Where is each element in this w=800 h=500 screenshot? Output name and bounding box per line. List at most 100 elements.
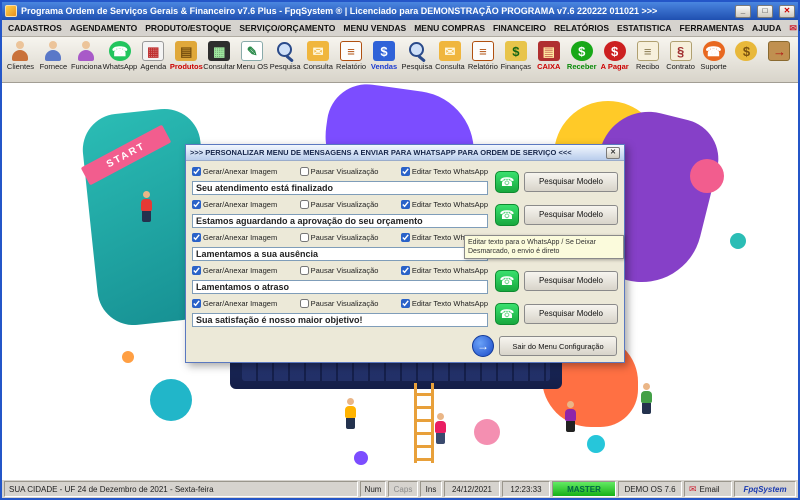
exit-arrow-icon[interactable]: → (472, 335, 494, 357)
search-model-button[interactable]: Pesquisar Modelo (524, 304, 618, 324)
edit-whatsapp-text-checkbox-input[interactable] (401, 299, 410, 308)
whatsapp-icon[interactable]: ☎ (495, 303, 519, 325)
menu-item-agendamento[interactable]: AGENDAMENTO (66, 22, 141, 34)
toolbar-button-clientes[interactable]: Clientes (4, 39, 37, 81)
edit-whatsapp-text-checkbox[interactable]: Editar Texto WhatsApp (401, 266, 488, 275)
edit-whatsapp-text-checkbox-label: Editar Texto WhatsApp (412, 200, 488, 209)
pause-preview-checkbox-label: Pausar Visualização (311, 266, 379, 275)
toolbar-button-funciona[interactable]: Funciona (70, 39, 103, 81)
menu-item-ferramentas[interactable]: FERRAMENTAS (676, 22, 749, 34)
maximize-button[interactable]: □ (757, 5, 773, 18)
generate-image-checkbox-input[interactable] (192, 167, 201, 176)
pause-preview-checkbox[interactable]: Pausar Visualização (300, 266, 379, 275)
edit-whatsapp-text-checkbox[interactable]: Editar Texto WhatsApp (401, 167, 488, 176)
search-model-button[interactable]: Pesquisar Modelo (524, 205, 618, 225)
menu-item-menu-vendas[interactable]: MENU VENDAS (339, 22, 410, 34)
toolbar-button-pesquisa[interactable]: Pesquisa (269, 39, 302, 81)
message-input[interactable] (192, 280, 488, 294)
toolbar-button-label: Relatório (468, 62, 498, 71)
toolbar-button-label: Funciona (71, 62, 102, 71)
title-bar: Programa Ordem de Serviços Gerais & Fina… (2, 2, 798, 20)
generate-image-checkbox[interactable]: Gerar/Anexar Imagem (192, 167, 277, 176)
menu-item-financeiro[interactable]: FINANCEIRO (489, 22, 550, 34)
pause-preview-checkbox-input[interactable] (300, 299, 309, 308)
toolbar-button-consulta[interactable]: ✉Consulta (302, 39, 335, 81)
edit-whatsapp-text-checkbox-input[interactable] (401, 233, 410, 242)
toolbar-button-consulta[interactable]: ✉Consulta (433, 39, 466, 81)
menu-item-menu-compras[interactable]: MENU COMPRAS (410, 22, 489, 34)
generate-image-checkbox[interactable]: Gerar/Anexar Imagem (192, 233, 277, 242)
toolbar-button-label: Suporte (700, 62, 726, 71)
menu-item-relatorios[interactable]: RELATÓRIOS (550, 22, 613, 34)
pause-preview-checkbox[interactable]: Pausar Visualização (300, 167, 379, 176)
menu-item-cadastros[interactable]: CADASTROS (4, 22, 66, 34)
toolbar-button-a-pagar[interactable]: $A Pagar (598, 39, 631, 81)
message-input[interactable] (192, 313, 488, 327)
toolbar-button-suporte[interactable]: ☎Suporte (697, 39, 730, 81)
generate-image-checkbox-input[interactable] (192, 266, 201, 275)
toolbar-button-fornece[interactable]: Fornece (37, 39, 70, 81)
toolbar-button-recibo[interactable]: ≡Recibo (631, 39, 664, 81)
generate-image-checkbox-input[interactable] (192, 299, 201, 308)
edit-whatsapp-text-checkbox-input[interactable] (401, 266, 410, 275)
checkbox-line: Gerar/Anexar Imagem Pausar Visualização Ed… (192, 264, 488, 277)
toolbar-button-financas[interactable]: $Finanças (499, 39, 532, 81)
menu-item-ajuda[interactable]: AJUDA (748, 22, 785, 34)
minimize-button[interactable]: _ (735, 5, 751, 18)
status-email[interactable]: ✉ Email (684, 481, 732, 497)
exit-config-menu-button[interactable]: Sair do Menu Configuração (499, 336, 617, 356)
toolbar-button-label: Consulta (303, 62, 333, 71)
pause-preview-checkbox-input[interactable] (300, 200, 309, 209)
toolbar-button-exit-icon[interactable]: → (763, 39, 796, 81)
dialog-title-bar[interactable]: >>> PERSONALIZAR MENU DE MENSAGENS A ENV… (186, 145, 624, 161)
toolbar-button-relatorio[interactable]: ≡Relatório (466, 39, 499, 81)
generate-image-checkbox-input[interactable] (192, 200, 201, 209)
message-input[interactable] (192, 181, 488, 195)
toolbar-button-relatorio[interactable]: ≡Relatório (335, 39, 368, 81)
edit-whatsapp-text-checkbox-input[interactable] (401, 167, 410, 176)
whatsapp-icon[interactable]: ☎ (495, 204, 519, 226)
whatsapp-icon[interactable]: ☎ (495, 171, 519, 193)
whatsapp-icon[interactable]: ☎ (495, 270, 519, 292)
menu-item-estatistica[interactable]: ESTATISTICA (613, 22, 675, 34)
generate-image-checkbox-input[interactable] (192, 233, 201, 242)
generate-image-checkbox[interactable]: Gerar/Anexar Imagem (192, 200, 277, 209)
generate-image-checkbox[interactable]: Gerar/Anexar Imagem (192, 266, 277, 275)
edit-whatsapp-text-checkbox[interactable]: Editar Texto WhatsApp (401, 200, 488, 209)
menu-item-servico-orcamento[interactable]: SERVIÇO/ORÇAMENTO (235, 22, 339, 34)
toolbar-button-caixa[interactable]: ▤CAIXA (532, 39, 565, 81)
pause-preview-checkbox-input[interactable] (300, 266, 309, 275)
message-input[interactable] (192, 247, 488, 261)
edit-whatsapp-text-checkbox[interactable]: Editar Texto WhatsApp (401, 299, 488, 308)
message-row: Gerar/Anexar Imagem Pausar Visualização Ed… (192, 198, 618, 231)
toolbar-button-vendas[interactable]: $Vendas (368, 39, 401, 81)
toolbar-button-consultar[interactable]: ▦Consultar (203, 39, 236, 81)
toolbar-button-pesquisa[interactable]: Pesquisa (400, 39, 433, 81)
toolbar-button-coins-icon[interactable]: $ (730, 39, 763, 81)
pause-preview-checkbox[interactable]: Pausar Visualização (300, 299, 379, 308)
illustration-person (562, 401, 578, 432)
search-model-button[interactable]: Pesquisar Modelo (524, 271, 618, 291)
pause-preview-checkbox-input[interactable] (300, 167, 309, 176)
menu-item-email[interactable]: ✉ E-MAIL (785, 23, 800, 34)
search-model-button[interactable]: Pesquisar Modelo (524, 172, 618, 192)
pause-preview-checkbox[interactable]: Pausar Visualização (300, 233, 379, 242)
pause-preview-checkbox[interactable]: Pausar Visualização (300, 200, 379, 209)
toolbar-button-contrato[interactable]: §Contrato (664, 39, 697, 81)
toolbar-button-receber[interactable]: $Receber (565, 39, 598, 81)
toolbar-button-menu-os[interactable]: ✎Menu OS (236, 39, 269, 81)
finance-icon: $ (505, 41, 527, 61)
menu-item-produto-estoque[interactable]: PRODUTO/ESTOQUE (141, 22, 235, 34)
toolbar-button-produtos[interactable]: ▤Produtos (170, 39, 203, 81)
message-row-actions: ☎Pesquisar Modelo (495, 165, 618, 198)
illustration-cyan-dot (587, 435, 605, 453)
generate-image-checkbox[interactable]: Gerar/Anexar Imagem (192, 299, 277, 308)
toolbar-button-whatsapp[interactable]: ☎WhatsApp (103, 39, 137, 81)
whatsapp-icon: ☎ (109, 41, 131, 61)
message-input[interactable] (192, 214, 488, 228)
pause-preview-checkbox-input[interactable] (300, 233, 309, 242)
dialog-close-icon[interactable]: ✕ (606, 147, 620, 159)
toolbar-button-agenda[interactable]: ▦Agenda (137, 39, 170, 81)
close-button[interactable]: ✕ (779, 5, 795, 18)
edit-whatsapp-text-checkbox-input[interactable] (401, 200, 410, 209)
